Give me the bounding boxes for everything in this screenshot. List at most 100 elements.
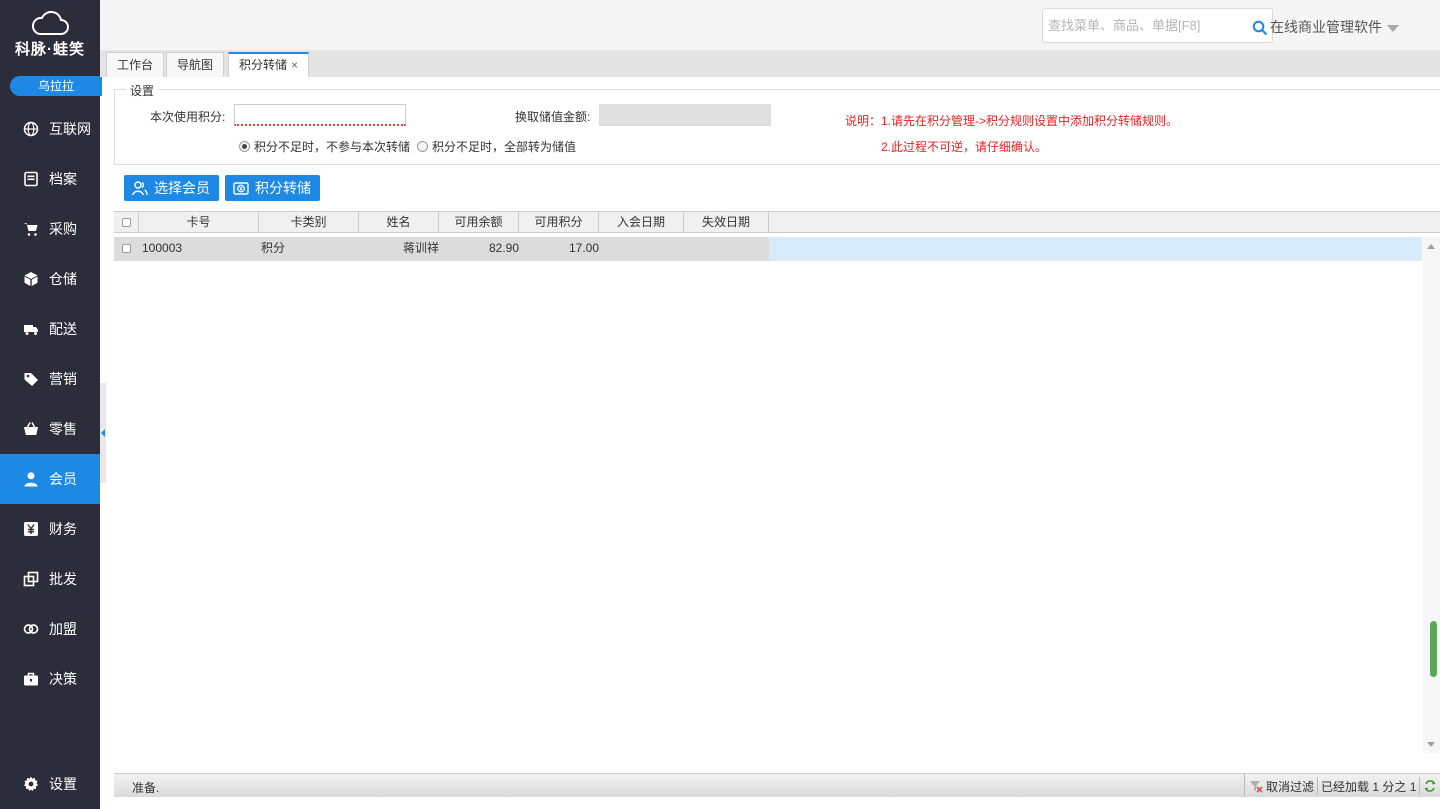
sidebar-item-label: 加盟 [49, 621, 77, 637]
tab-points-transfer[interactable]: 积分转储 × [228, 52, 310, 77]
col-join-date[interactable]: 入会日期 [599, 212, 684, 233]
sidebar-item-marketing[interactable]: 营销 [0, 354, 100, 404]
sidebar-item-archive[interactable]: 档案 [0, 154, 100, 204]
checkbox[interactable] [121, 218, 131, 228]
sidebar-item-label: 互联网 [49, 121, 91, 137]
tab-bar: 工作台 导航图 积分转储 × [100, 50, 1440, 77]
sidebar-item-retail[interactable]: 零售 [0, 404, 100, 454]
sidebar-item-label: 营销 [49, 371, 77, 387]
exchange-amount-label: 换取储值金额: [515, 110, 591, 124]
briefcase-icon [22, 670, 40, 688]
gear-icon [22, 775, 40, 793]
cell-card-type: 积分 [261, 241, 286, 255]
exchange-amount-field [599, 104, 771, 126]
user-badge[interactable]: 乌拉拉 [10, 76, 102, 96]
tab-navigation[interactable]: 导航图 [166, 52, 225, 77]
users-icon [132, 181, 148, 196]
radio-convert-all[interactable]: 积分不足时，全部转为储值 [417, 138, 576, 155]
select-all-checkbox[interactable] [114, 212, 139, 233]
scroll-up-icon[interactable] [1427, 244, 1435, 249]
close-icon[interactable]: × [291, 58, 298, 72]
search-input[interactable] [1043, 9, 1243, 42]
company-menu[interactable]: 在线商业管理软件 [1270, 17, 1399, 37]
cell-name: 蒋训祥 [402, 241, 439, 255]
cell-points: 17.00 [568, 241, 599, 255]
search-icon[interactable] [1252, 20, 1268, 36]
sidebar-item-storage[interactable]: 仓储 [0, 254, 100, 304]
radio-skip-insufficient[interactable]: 积分不足时，不参与本次转储 [239, 138, 410, 155]
use-points-input[interactable] [234, 104, 406, 126]
filter-off-icon [1250, 781, 1263, 793]
sidebar-item-member[interactable]: 会员 [0, 454, 100, 504]
company-name: 在线商业管理软件 [1270, 19, 1382, 35]
sidebar-item-label: 采购 [49, 221, 77, 237]
sidebar-item-label: 零售 [49, 421, 77, 437]
status-bar: 准备. 取消过滤 已经加载 1 分之 1 [114, 773, 1440, 798]
cancel-filter-button[interactable]: 取消过滤 [1266, 778, 1314, 795]
grid-header: 卡号 卡类别 姓名 可用余额 可用积分 入会日期 失效日期 [114, 211, 1440, 233]
sidebar-item-label: 档案 [49, 171, 77, 187]
col-points[interactable]: 可用积分 [519, 212, 599, 233]
use-points-label: 本次使用积分: [150, 110, 226, 124]
tab-label: 积分转储 [239, 58, 288, 72]
tab-workbench[interactable]: 工作台 [106, 52, 165, 77]
cell-balance: 82.90 [488, 241, 519, 255]
copy-icon [22, 570, 40, 588]
sidebar-item-delivery[interactable]: 配送 [0, 304, 100, 354]
sidebar-item-purchase[interactable]: 采购 [0, 204, 100, 254]
truck-icon [22, 320, 40, 338]
col-expire-date[interactable]: 失效日期 [684, 212, 769, 233]
points-transfer-button[interactable]: 积分转储 [225, 175, 320, 201]
settings-legend: 设置 [126, 82, 159, 99]
table-row[interactable]: 100003 积分 蒋训祥 82.90 17.00 [114, 237, 1422, 261]
yen-icon [22, 520, 40, 538]
rings-icon [22, 620, 40, 638]
note-line-1: 说明：1.请先在积分管理->积分规则设置中添加积分转储规则。 [845, 114, 1179, 128]
sidebar-item-decision[interactable]: 决策 [0, 654, 100, 704]
col-name[interactable]: 姓名 [359, 212, 439, 233]
sidebar-item-label: 财务 [49, 521, 77, 537]
select-member-button[interactable]: 选择会员 [124, 175, 219, 201]
row-selection-highlight [769, 237, 1422, 261]
sidebar-item-wholesale[interactable]: 批发 [0, 554, 100, 604]
sidebar-item-label: 会员 [49, 471, 77, 487]
user-icon [22, 470, 40, 488]
money-icon [233, 182, 249, 195]
vertical-scrollbar[interactable] [1423, 237, 1440, 753]
box-icon [22, 270, 40, 288]
top-header: 在线商业管理软件 [100, 0, 1440, 50]
scroll-down-icon[interactable] [1427, 742, 1435, 747]
radio-dot [239, 141, 250, 152]
sidebar-item-settings[interactable]: 设置 [0, 759, 100, 809]
basket-icon [22, 420, 40, 438]
sidebar-collapse-handle[interactable] [100, 383, 106, 483]
brand-name: 科脉·蛙笑 [15, 41, 85, 58]
col-card-type[interactable]: 卡类别 [259, 212, 359, 233]
note-line-2: 2.此过程不可逆，请仔细确认。 [881, 140, 1048, 154]
cell-join-date [599, 237, 684, 261]
divider [1419, 777, 1421, 795]
col-card-no[interactable]: 卡号 [139, 212, 259, 233]
radio-label: 积分不足时，不参与本次转储 [254, 140, 411, 154]
checkbox[interactable] [122, 244, 131, 254]
tag-icon [22, 370, 40, 388]
sidebar-item-label: 批发 [49, 571, 77, 587]
button-label: 选择会员 [154, 180, 210, 196]
cell-card-no: 100003 [142, 241, 183, 255]
globe-icon [22, 120, 40, 138]
sidebar-item-franchise[interactable]: 加盟 [0, 604, 100, 654]
radio-dot [417, 141, 428, 152]
refresh-icon[interactable] [1423, 779, 1437, 793]
sidebar: 科脉·蛙笑 乌拉拉 互联网 档案 采购 仓储 配送 营销 零售 会员 财务 批发 [0, 0, 102, 809]
document-icon [22, 170, 40, 188]
sidebar-item-internet[interactable]: 互联网 [0, 104, 100, 154]
global-search [1042, 8, 1273, 43]
cloud-icon [31, 10, 69, 35]
bottom-strip [100, 797, 1440, 809]
sidebar-item-label: 仓储 [49, 271, 77, 287]
sidebar-item-label: 设置 [49, 776, 77, 792]
scroll-thumb[interactable] [1430, 621, 1437, 677]
sidebar-item-finance[interactable]: 财务 [0, 504, 100, 554]
row-checkbox[interactable] [122, 237, 131, 261]
col-balance[interactable]: 可用余额 [439, 212, 519, 233]
